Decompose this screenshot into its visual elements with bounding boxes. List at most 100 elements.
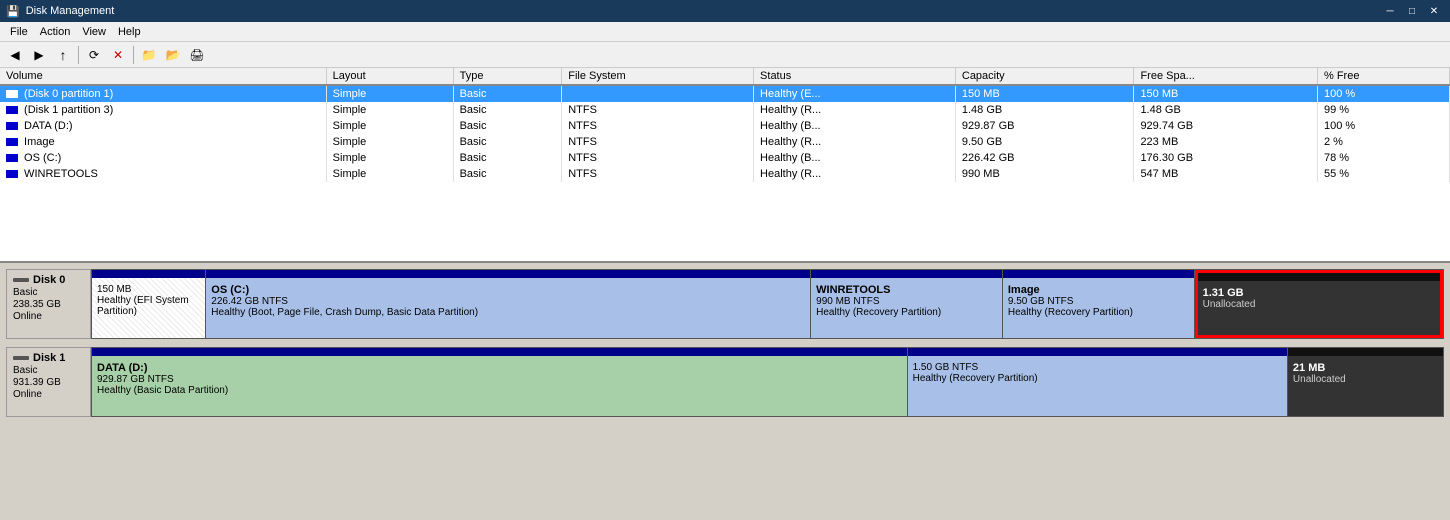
- disk1-name: Disk 1: [33, 352, 65, 364]
- cell-layout: Simple: [326, 134, 453, 150]
- cell-fs: NTFS: [562, 118, 754, 134]
- menu-file[interactable]: File: [4, 25, 34, 39]
- disk0-os-name: OS (C:): [211, 284, 805, 296]
- disk0-partition-image[interactable]: Image 9.50 GB NTFS Healthy (Recovery Par…: [1003, 270, 1195, 338]
- volume-table-container: Volume Layout Type File System Status Ca…: [0, 68, 1450, 263]
- toolbar-folder2[interactable]: 📂: [162, 44, 184, 66]
- cell-volume: DATA (D:): [0, 118, 326, 134]
- disk1-type: Basic: [13, 365, 84, 376]
- minimize-button[interactable]: ─: [1380, 3, 1400, 19]
- cell-free: 150 MB: [1134, 85, 1318, 102]
- toolbar-forward[interactable]: ▶: [28, 44, 50, 66]
- toolbar-stop[interactable]: ✕: [107, 44, 129, 66]
- cell-fs: NTFS: [562, 134, 754, 150]
- disk1-recovery-status: Healthy (Recovery Partition): [913, 373, 1282, 384]
- col-capacity: Capacity: [955, 68, 1134, 85]
- close-button[interactable]: ✕: [1424, 3, 1444, 19]
- cell-status: Healthy (B...: [754, 118, 956, 134]
- col-status: Status: [754, 68, 956, 85]
- cell-free: 547 MB: [1134, 166, 1318, 182]
- disk1-partition-recovery[interactable]: 1.50 GB NTFS Healthy (Recovery Partition…: [908, 348, 1288, 416]
- menu-help[interactable]: Help: [112, 25, 147, 39]
- disk1-partition-data[interactable]: DATA (D:) 929.87 GB NTFS Healthy (Basic …: [92, 348, 908, 416]
- cell-pct: 2 %: [1317, 134, 1449, 150]
- cell-status: Healthy (B...: [754, 150, 956, 166]
- disk0-label: Disk 0 Basic 238.35 GB Online: [6, 269, 91, 339]
- col-layout: Layout: [326, 68, 453, 85]
- cell-volume: (Disk 1 partition 3): [0, 102, 326, 118]
- disk0-unallocated-label: Unallocated: [1203, 299, 1435, 310]
- table-row[interactable]: Image Simple Basic NTFS Healthy (R... 9.…: [0, 134, 1450, 150]
- disk1-partition-unallocated[interactable]: 21 MB Unallocated: [1288, 348, 1443, 416]
- cell-capacity: 150 MB: [955, 85, 1134, 102]
- menu-action[interactable]: Action: [34, 25, 77, 39]
- disk0-partition-os[interactable]: OS (C:) 226.42 GB NTFS Healthy (Boot, Pa…: [206, 270, 811, 338]
- toolbar-folder1[interactable]: 📁: [138, 44, 160, 66]
- disk0-name: Disk 0: [33, 274, 65, 286]
- toolbar-print[interactable]: 🖨: [186, 44, 208, 66]
- cell-fs: NTFS: [562, 102, 754, 118]
- disk0-partition-winretools[interactable]: WINRETOOLS 990 MB NTFS Healthy (Recovery…: [811, 270, 1003, 338]
- disk1-row: Disk 1 Basic 931.39 GB Online DATA (D:) …: [6, 347, 1444, 417]
- menu-view[interactable]: View: [76, 25, 112, 39]
- disk0-efi-size: 150 MB: [97, 284, 200, 295]
- disk0-efi-status: Healthy (EFI System Partition): [97, 295, 200, 317]
- cell-type: Basic: [453, 134, 562, 150]
- table-row[interactable]: WINRETOOLS Simple Basic NTFS Healthy (R.…: [0, 166, 1450, 182]
- disk1-unallocated-label: Unallocated: [1293, 374, 1438, 385]
- cell-capacity: 929.87 GB: [955, 118, 1134, 134]
- disk1-status: Online: [13, 389, 84, 400]
- cell-capacity: 990 MB: [955, 166, 1134, 182]
- cell-status: Healthy (R...: [754, 102, 956, 118]
- disk1-recovery-size: 1.50 GB NTFS: [913, 362, 1282, 373]
- toolbar: ◀ ▶ ↑ ⟳ ✕ 📁 📂 🖨: [0, 42, 1450, 68]
- disk1-data-name: DATA (D:): [97, 362, 902, 374]
- cell-type: Basic: [453, 166, 562, 182]
- disk0-image-status: Healthy (Recovery Partition): [1008, 307, 1189, 318]
- disk0-partition-unallocated[interactable]: 1.31 GB Unallocated: [1195, 270, 1443, 338]
- disk0-unallocated-header: [1198, 273, 1440, 281]
- table-row[interactable]: (Disk 0 partition 1) Simple Basic Health…: [0, 85, 1450, 102]
- table-row[interactable]: (Disk 1 partition 3) Simple Basic NTFS H…: [0, 102, 1450, 118]
- cell-fs: NTFS: [562, 150, 754, 166]
- cell-type: Basic: [453, 102, 562, 118]
- toolbar-refresh[interactable]: ⟳: [83, 44, 105, 66]
- col-pct: % Free: [1317, 68, 1449, 85]
- disk0-winretools-name: WINRETOOLS: [816, 284, 997, 296]
- cell-type: Basic: [453, 150, 562, 166]
- disk0-partition-efi[interactable]: 150 MB Healthy (EFI System Partition): [92, 270, 206, 338]
- cell-capacity: 9.50 GB: [955, 134, 1134, 150]
- disk1-size: 931.39 GB: [13, 377, 84, 388]
- cell-pct: 99 %: [1317, 102, 1449, 118]
- title-bar: 💾 Disk Management ─ □ ✕: [0, 0, 1450, 22]
- cell-volume: WINRETOOLS: [0, 166, 326, 182]
- cell-type: Basic: [453, 85, 562, 102]
- cell-pct: 55 %: [1317, 166, 1449, 182]
- disk1-unallocated-header: [1288, 348, 1443, 356]
- cell-volume: (Disk 0 partition 1): [0, 85, 326, 102]
- maximize-button[interactable]: □: [1402, 3, 1422, 19]
- cell-capacity: 226.42 GB: [955, 150, 1134, 166]
- disk0-os-size: 226.42 GB NTFS: [211, 296, 805, 307]
- col-free: Free Spa...: [1134, 68, 1318, 85]
- disk1-partitions: DATA (D:) 929.87 GB NTFS Healthy (Basic …: [91, 347, 1444, 417]
- cell-pct: 100 %: [1317, 118, 1449, 134]
- main-area: Volume Layout Type File System Status Ca…: [0, 68, 1450, 520]
- table-row[interactable]: OS (C:) Simple Basic NTFS Healthy (B... …: [0, 150, 1450, 166]
- cell-pct: 100 %: [1317, 85, 1449, 102]
- cell-volume: OS (C:): [0, 150, 326, 166]
- title-bar-text: Disk Management: [26, 5, 115, 17]
- toolbar-sep1: [78, 46, 79, 64]
- disk0-efi-header: [92, 270, 205, 278]
- table-row[interactable]: DATA (D:) Simple Basic NTFS Healthy (B..…: [0, 118, 1450, 134]
- toolbar-up[interactable]: ↑: [52, 44, 74, 66]
- cell-free: 223 MB: [1134, 134, 1318, 150]
- disk0-image-size: 9.50 GB NTFS: [1008, 296, 1189, 307]
- cell-free: 176.30 GB: [1134, 150, 1318, 166]
- volume-tbody: (Disk 0 partition 1) Simple Basic Health…: [0, 85, 1450, 182]
- disk1-data-size: 929.87 GB NTFS: [97, 374, 902, 385]
- cell-free: 929.74 GB: [1134, 118, 1318, 134]
- toolbar-back[interactable]: ◀: [4, 44, 26, 66]
- toolbar-sep2: [133, 46, 134, 64]
- cell-fs: NTFS: [562, 166, 754, 182]
